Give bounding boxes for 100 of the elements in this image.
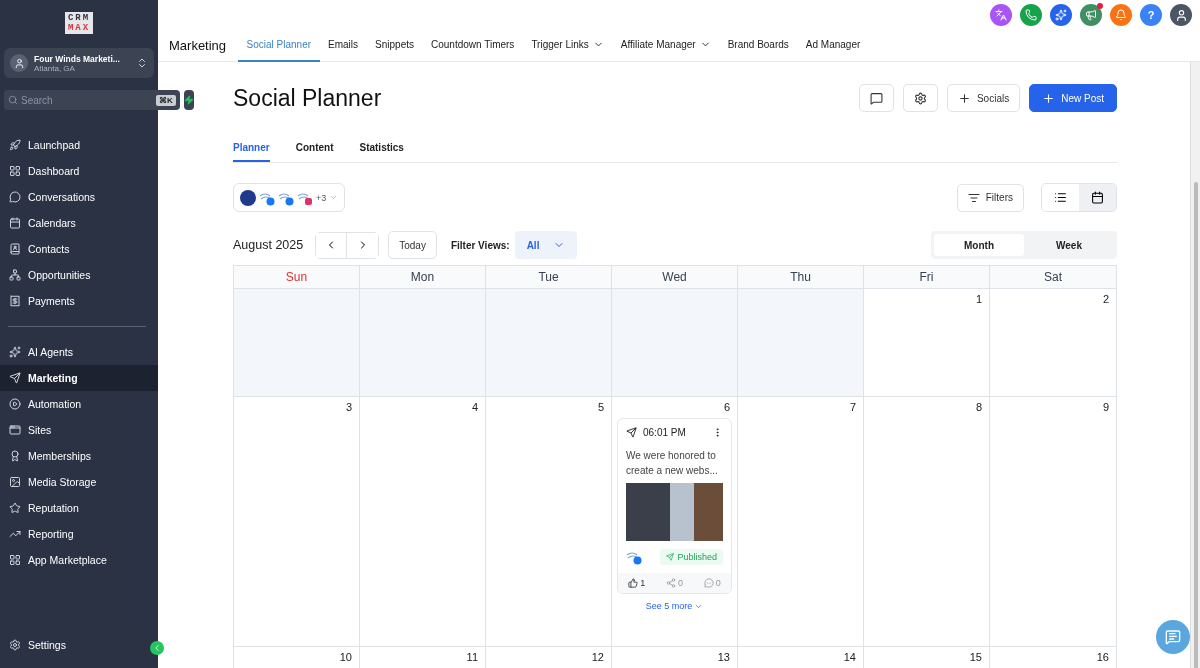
chat-widget-button[interactable] <box>1156 620 1190 654</box>
plus-icon <box>1042 91 1056 105</box>
tab[interactable]: Statistics <box>359 142 404 162</box>
sidebar-item[interactable]: Payments <box>0 288 158 314</box>
megaphone-icon <box>1085 9 1097 21</box>
rocket-icon <box>9 139 21 151</box>
sidebar-item[interactable]: Dashboard <box>0 158 158 184</box>
award-icon <box>9 450 21 462</box>
calendar-day[interactable]: 3 <box>234 397 360 647</box>
notifications-button[interactable] <box>1110 4 1132 26</box>
phone-button[interactable] <box>1020 4 1042 26</box>
workspace-name: Four Winds Marketi... <box>34 53 121 64</box>
calendar-day[interactable]: 7 <box>738 397 864 647</box>
weekday-header: Sat <box>1044 270 1062 284</box>
date-number: 9 <box>1102 401 1109 414</box>
calendar-day[interactable]: 6 06:01 PM We were honored to create a new webs... Published 1 0 0 See 5 more <box>612 397 738 647</box>
sidebar-item[interactable]: Contacts <box>0 236 158 262</box>
sidebar-item[interactable]: Calendars <box>0 210 158 236</box>
sidebar-item[interactable]: Marketing <box>0 365 158 391</box>
settings-item[interactable]: Settings <box>0 632 140 658</box>
date-number: 5 <box>597 401 604 414</box>
nav-tab[interactable]: Brand Boards <box>719 29 798 62</box>
sidebar-item[interactable]: Memberships <box>0 443 158 469</box>
lightning-button[interactable] <box>183 90 194 110</box>
calendar-icon <box>9 217 21 229</box>
feedback-button[interactable] <box>858 84 894 112</box>
comment-icon <box>703 578 714 588</box>
star-icon <box>9 502 21 514</box>
calendar-day[interactable]: 1 <box>864 289 990 397</box>
chevron-left-icon <box>152 643 162 653</box>
sidebar-item[interactable]: Reputation <box>0 495 158 521</box>
network-icon <box>9 269 21 281</box>
browser-window-icon <box>9 424 21 436</box>
nav-tab[interactable]: Affiliate Manager <box>612 29 720 62</box>
tab[interactable]: Planner <box>233 142 270 162</box>
section-title: Marketing <box>169 38 227 53</box>
sparkle-button[interactable] <box>1050 4 1072 26</box>
settings-icon <box>913 91 927 105</box>
status-badge: Published <box>660 549 723 565</box>
date-number: 2 <box>1102 293 1109 306</box>
date-number: 6 <box>723 401 730 414</box>
person-icon <box>1174 8 1188 22</box>
weekday-header: Wed <box>662 270 687 284</box>
sidebar-item[interactable]: Launchpad <box>0 132 158 158</box>
post-text: We were honored to create a new webs... <box>626 449 719 478</box>
workspace-switcher[interactable]: Four Winds Marketi... Atlanta, GA <box>4 48 154 78</box>
nav-tab[interactable]: Trigger Links <box>522 29 613 62</box>
collapse-button[interactable] <box>150 641 164 655</box>
range-toggle[interactable]: Month <box>934 234 1024 256</box>
sidebar-item[interactable]: App Marketplace <box>0 547 158 573</box>
translate-button[interactable] <box>990 4 1012 26</box>
sidebar-item[interactable]: Sites <box>0 417 158 443</box>
weekday-header: Sun <box>285 270 308 284</box>
translate-icon <box>995 9 1007 21</box>
range-toggle[interactable]: Week <box>1024 234 1114 256</box>
paper-plane-icon <box>626 427 637 438</box>
sidebar-item[interactable]: Automation <box>0 391 158 417</box>
megaphone-button[interactable] <box>1080 4 1102 26</box>
receipt-icon <box>9 295 21 307</box>
plus-icon <box>957 91 971 105</box>
nav-tab[interactable]: Ad Manager <box>797 29 869 62</box>
sidebar-item[interactable]: AI Agents <box>0 339 158 365</box>
paper-plane-icon <box>9 372 21 384</box>
search-input[interactable]: Search <box>21 94 153 106</box>
post-time: 06:01 PM <box>643 427 687 438</box>
calendar-view-button[interactable] <box>1079 184 1116 211</box>
nav-tab[interactable]: Social Planner <box>238 29 320 62</box>
calendar-day[interactable]: 8 <box>864 397 990 647</box>
calendar-day[interactable]: 5 <box>486 397 612 647</box>
add-socials-button[interactable]: Socials <box>946 84 1021 112</box>
help-button[interactable]: ? <box>1140 4 1162 26</box>
nav-tab[interactable]: Emails <box>319 29 367 62</box>
search-icon <box>8 95 18 105</box>
sidebar-item[interactable]: Reporting <box>0 521 158 547</box>
today-button[interactable]: Today <box>388 231 437 259</box>
nav-tab[interactable]: Countdown Timers <box>422 29 523 62</box>
tab[interactable]: Content <box>295 142 334 162</box>
see-more-link[interactable]: See 5 more <box>639 600 710 612</box>
filters-button[interactable]: Filters <box>956 183 1024 212</box>
month-label: August 2025 <box>233 238 304 252</box>
sidebar-item[interactable]: Opportunities <box>0 262 158 288</box>
workspace-location: Atlanta, GA <box>34 63 76 73</box>
post-card[interactable]: 06:01 PM We were honored to create a new webs... Published 1 0 0 <box>617 418 732 594</box>
avatar[interactable] <box>1170 4 1192 26</box>
weekday-header: Thu <box>790 270 811 284</box>
date-number: 16 <box>1096 651 1109 664</box>
nav-tab[interactable]: Snippets <box>366 29 423 62</box>
search-field[interactable]: Search ⌘K <box>4 90 180 110</box>
new-post-button[interactable]: New Post <box>1029 84 1117 112</box>
sidebar-item[interactable]: Media Storage <box>0 469 158 495</box>
shares-count: 0 <box>665 578 683 588</box>
chat-bubble-icon <box>9 191 21 203</box>
filter-views-dropdown[interactable]: All <box>514 231 578 259</box>
accounts-selector[interactable]: +3 <box>233 183 346 212</box>
sidebar-item[interactable]: Conversations <box>0 184 158 210</box>
page-title: Social Planner <box>233 84 383 112</box>
calendar-day[interactable]: 4 <box>360 397 486 647</box>
date-number: 10 <box>339 651 352 664</box>
date-number: 13 <box>717 651 730 664</box>
settings-button[interactable] <box>902 84 938 112</box>
